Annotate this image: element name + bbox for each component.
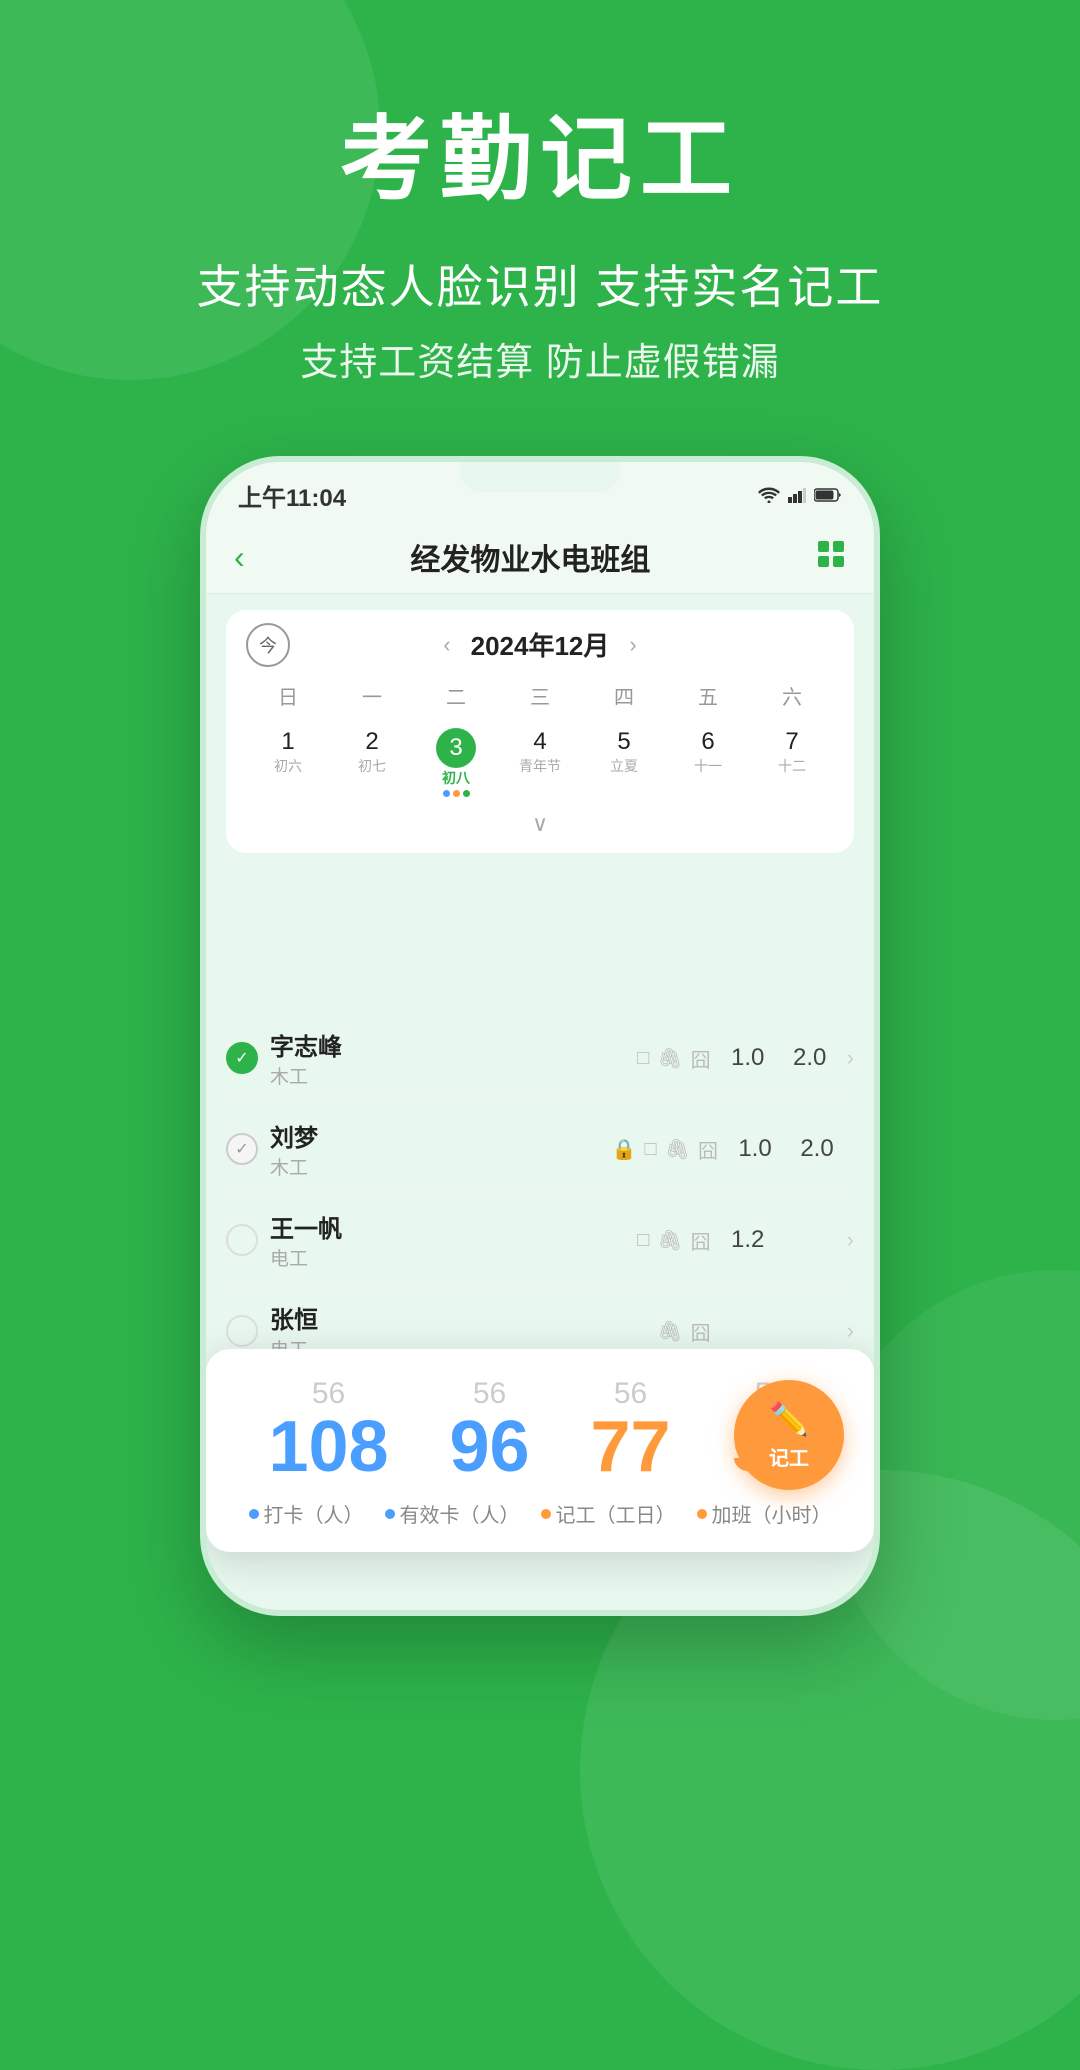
worker-overtime-2: 2.0 (792, 1135, 842, 1163)
main-title: 考勤记工 (0, 110, 1080, 211)
worker-doc-icon-3: 囧 (691, 1226, 711, 1255)
calendar-days: 1 初六 2 初七 3 初八 4 (246, 722, 834, 803)
weekday-wed: 三 (498, 677, 582, 714)
worker-attach-icon-2: 🖇 (665, 1137, 690, 1162)
worker-check-2[interactable]: ✓ (226, 1133, 258, 1165)
phone-notch (460, 462, 620, 492)
stats-labels-row: 打卡（人） 有效卡（人） 记工（工日） 加班（小时） (238, 1499, 842, 1528)
punch-label: 打卡（人） (249, 1499, 364, 1528)
weekday-tue: 二 (414, 677, 498, 714)
calendar-section: 今 ‹ 2024年12月 › 日 一 二 三 四 五 六 1 初六 2 (226, 610, 854, 853)
worker-check-3[interactable] (226, 1224, 258, 1256)
calendar-nav: 今 ‹ 2024年12月 › (246, 626, 834, 663)
worker-name-3: 王一帆 (270, 1209, 625, 1244)
back-button[interactable]: ‹ (234, 539, 245, 576)
cal-day-7[interactable]: 7 十二 (750, 722, 834, 803)
worker-calendar-icon-2: □ (645, 1138, 657, 1161)
cal-day-1[interactable]: 1 初六 (246, 722, 330, 803)
worker-hours-2: 1.0 (730, 1135, 780, 1163)
wifi-icon (758, 483, 780, 509)
cal-day-4[interactable]: 4 青年节 (498, 722, 582, 803)
worker-arrow-3: › (847, 1227, 854, 1253)
worker-info-2: 刘梦 木工 (270, 1118, 600, 1180)
calendar-weekdays: 日 一 二 三 四 五 六 (246, 677, 834, 714)
work-dot (541, 1509, 551, 1519)
worker-hours-1: 1.0 (723, 1044, 773, 1072)
subtitle-line2: 支持工资结算 防止虚假错漏 (0, 331, 1080, 386)
worker-lock-icon: 🔒 (612, 1137, 637, 1162)
worker-arrow-4: › (847, 1318, 854, 1344)
worker-hours-3: 1.2 (723, 1226, 773, 1254)
worker-overtime-1: 2.0 (785, 1044, 835, 1072)
valid-dot (385, 1509, 395, 1519)
phone-mockup: 上午11:04 ‹ 经发物业水电班组 (200, 456, 880, 1616)
worker-item-3[interactable]: 王一帆 电工 □ 🖇 囧 1.2 › (226, 1195, 854, 1286)
worker-role-3: 电工 (270, 1244, 625, 1271)
weekday-mon: 一 (330, 677, 414, 714)
overtime-label: 加班（小时） (697, 1499, 832, 1528)
worker-icons-1: □ 🖇 囧 (637, 1044, 710, 1073)
cal-day-2[interactable]: 2 初七 (330, 722, 414, 803)
worker-check-4[interactable] (226, 1315, 258, 1347)
worker-attach-icon-3: 🖇 (657, 1228, 682, 1253)
fab-edit-icon: ✏️ (769, 1400, 809, 1438)
grid-icon[interactable] (816, 539, 846, 576)
weekday-fri: 五 (666, 677, 750, 714)
fab-record-button[interactable]: ✏️ 记工 (734, 1380, 844, 1490)
weekday-sat: 六 (750, 677, 834, 714)
worker-arrow-1: › (847, 1045, 854, 1071)
worker-calendar-icon-3: □ (637, 1229, 649, 1252)
calendar-month: 2024年12月 (471, 626, 610, 663)
battery-icon (814, 483, 842, 509)
cal-day-3-today[interactable]: 3 初八 (414, 722, 498, 803)
today-badge[interactable]: 今 (246, 623, 290, 667)
worker-info-3: 王一帆 电工 (270, 1209, 625, 1271)
worker-icons-2: 🔒 □ 🖇 囧 (612, 1135, 718, 1164)
worker-attach-icon-4: 🖇 (657, 1319, 682, 1344)
worker-doc-icon-4: 囧 (691, 1317, 711, 1346)
calendar-expand-button[interactable]: ∨ (246, 811, 834, 837)
worker-icons-4: 🖇 囧 (657, 1317, 710, 1346)
weekday-sun: 日 (246, 677, 330, 714)
overtime-dot (697, 1509, 707, 1519)
stat-punch-count: 56 108 (268, 1377, 388, 1483)
header-section: 考勤记工 支持动态人脸识别 支持实名记工 支持工资结算 防止虚假错漏 (0, 0, 1080, 386)
status-icons (758, 483, 842, 509)
prev-month-button[interactable]: ‹ (443, 632, 450, 658)
punch-dot (249, 1509, 259, 1519)
cal-day-5[interactable]: 5 立夏 (582, 722, 666, 803)
worker-name-2: 刘梦 (270, 1118, 600, 1153)
worker-icons-3: □ 🖇 囧 (637, 1226, 710, 1255)
stat-work-days: 56 77 (590, 1377, 670, 1483)
subtitle-line1: 支持动态人脸识别 支持实名记工 (0, 251, 1080, 317)
worker-role-1: 木工 (270, 1062, 625, 1089)
worker-attach-icon: 🖇 (657, 1046, 682, 1071)
phone-mockup-container: 上午11:04 ‹ 经发物业水电班组 (0, 456, 1080, 1616)
worker-calendar-icon: □ (637, 1047, 649, 1070)
worker-item-1[interactable]: ✓ 字志峰 木工 □ 🖇 囧 1.0 2.0 › (226, 1013, 854, 1104)
signal-icon (788, 483, 806, 509)
app-title: 经发物业水电班组 (410, 535, 650, 579)
stat-valid-count: 56 96 (449, 1377, 529, 1483)
status-time: 上午11:04 (238, 478, 346, 513)
app-header: ‹ 经发物业水电班组 (206, 521, 874, 594)
worker-name-4: 张恒 (270, 1300, 645, 1335)
worker-name-1: 字志峰 (270, 1027, 625, 1062)
worker-role-2: 木工 (270, 1153, 600, 1180)
cal-day-6[interactable]: 6 十一 (666, 722, 750, 803)
valid-label: 有效卡（人） (385, 1499, 520, 1528)
next-month-button[interactable]: › (629, 632, 636, 658)
worker-item-2[interactable]: ✓ 刘梦 木工 🔒 □ 🖇 囧 1.0 2.0 (226, 1104, 854, 1195)
worker-doc-icon: 囧 (691, 1044, 711, 1073)
work-label: 记工（工日） (541, 1499, 676, 1528)
weekday-thu: 四 (582, 677, 666, 714)
worker-check-1[interactable]: ✓ (226, 1042, 258, 1074)
fab-label: 记工 (769, 1442, 809, 1471)
worker-info-1: 字志峰 木工 (270, 1027, 625, 1089)
worker-doc-icon-2: 囧 (698, 1135, 718, 1164)
